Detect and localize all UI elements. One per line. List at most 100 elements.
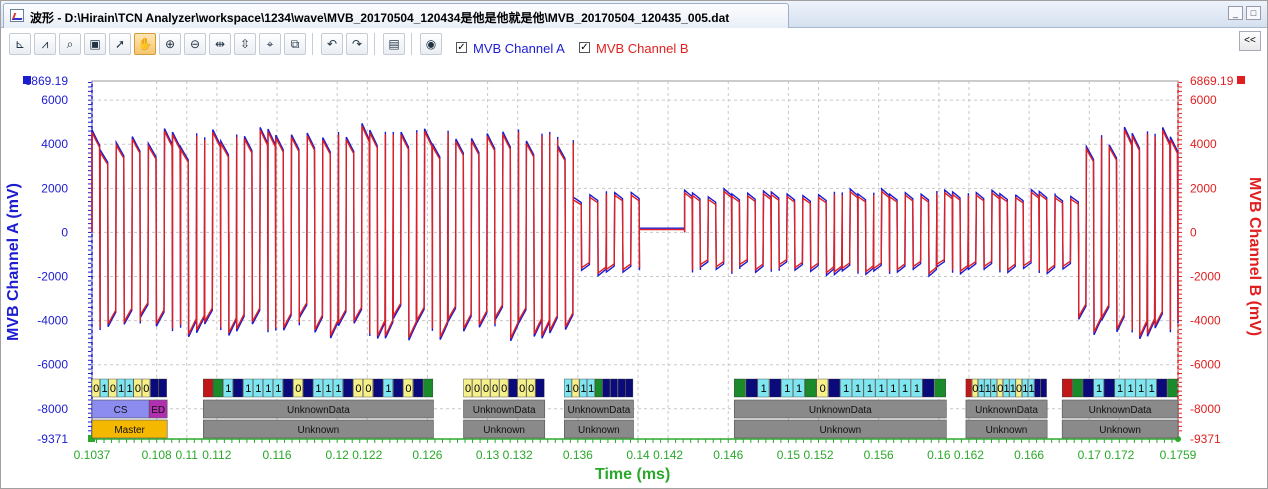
x-tick-label: 0.11 [176, 448, 199, 462]
data-field-label: UnknownData [809, 405, 872, 416]
bit-cell [508, 378, 518, 398]
y-tick-label-right: -6000 [1190, 358, 1221, 372]
x-tick-label: 0.162 [954, 448, 984, 462]
x-axis-title: Time (ms) [595, 466, 671, 483]
bit-cell [1167, 378, 1178, 398]
y-axis-title-right: MVB Channel B (mV) [1246, 177, 1263, 337]
bit-cell [965, 378, 972, 398]
y-tick-label-right: 0 [1190, 225, 1197, 239]
y-min-label-left: -9371 [37, 432, 68, 446]
frame-label: Unknown [578, 425, 620, 436]
data-field-label: UnknownData [1089, 405, 1152, 416]
bit-cell [769, 378, 782, 398]
data-field-label: UnknownData [287, 405, 350, 416]
bit-cell [1061, 378, 1073, 398]
bit-cell [283, 378, 293, 398]
y-tick-label-left: 4000 [41, 137, 68, 151]
x-tick-label: 0.14 [626, 448, 650, 462]
bit-value: 1 [843, 383, 849, 395]
bit-cell [617, 378, 626, 398]
y-tick-label-right: 4000 [1190, 137, 1217, 151]
bit-value: 1 [878, 383, 884, 395]
bit-cell [1156, 378, 1168, 398]
bit-value: 0 [501, 383, 507, 395]
bit-value: 0 [465, 383, 471, 395]
bit-value: 1 [761, 383, 767, 395]
x-tick-label: 0.122 [352, 448, 382, 462]
bit-cell [158, 378, 167, 398]
data-field-label: CS [114, 405, 128, 416]
frame-label: Unknown [1099, 425, 1141, 436]
bit-cell [1083, 378, 1094, 398]
bit-cell [625, 378, 634, 398]
bit-cell [150, 378, 159, 398]
bit-value: 0 [528, 383, 534, 395]
bit-cell [922, 378, 935, 398]
bit-value: 1 [914, 383, 920, 395]
x-tick-label: 0.15 [777, 448, 801, 462]
bit-cell [373, 378, 384, 398]
y-tick-label-right: 2000 [1190, 181, 1217, 195]
bit-value: 0 [483, 383, 489, 395]
bit-value: 1 [101, 383, 107, 395]
x-tick-label: 0.116 [262, 448, 291, 462]
bit-value: 0 [820, 383, 826, 395]
data-field-label: UnknownData [567, 405, 630, 416]
frame-label: Unknown [986, 425, 1028, 436]
bit-value: 0 [997, 383, 1003, 395]
x-tick-label: 0.112 [202, 448, 231, 462]
x-tick-label: 0.156 [864, 448, 894, 462]
bit-cell [934, 378, 946, 398]
x-tick-label: 0.17 [1078, 448, 1102, 462]
bit-cell [610, 378, 618, 398]
channel-b-marker [1237, 76, 1245, 84]
bit-cell [1104, 378, 1115, 398]
bit-cell [203, 378, 213, 398]
y-min-label-right: -9371 [1190, 432, 1221, 446]
bit-value: 1 [784, 383, 790, 395]
bit-value: 0 [1016, 383, 1022, 395]
bit-value: 1 [902, 383, 908, 395]
y-tick-label-right: -2000 [1190, 270, 1221, 284]
y-axis-title-left: MVB Channel A (mV) [5, 183, 22, 341]
y-tick-label-right: -4000 [1190, 314, 1221, 328]
bit-cell [804, 378, 817, 398]
bit-value: 1 [580, 383, 586, 395]
bit-value: 1 [1010, 383, 1016, 395]
bit-cell [1040, 378, 1047, 398]
bit-value: 1 [265, 383, 271, 395]
bit-value: 1 [335, 383, 341, 395]
bit-cell [734, 378, 746, 398]
x-tick-label: 0.13 [476, 448, 500, 462]
bit-value: 1 [890, 383, 896, 395]
bit-value: 0 [972, 383, 978, 395]
y-tick-label-right: -8000 [1190, 402, 1221, 416]
waveform-plot[interactable]: 6000 60004000 40002000 20000 0-2000 -2000-400… [1, 1, 1267, 488]
bit-value: 0 [295, 383, 301, 395]
bit-value: 1 [1096, 383, 1102, 395]
bit-value: 0 [405, 383, 411, 395]
bit-cell [393, 378, 404, 398]
bit-value: 0 [93, 383, 99, 395]
frame-label: Master [114, 425, 145, 436]
bit-cell [303, 378, 313, 398]
x-tick-label: 0.172 [1104, 448, 1134, 462]
bit-value: 0 [355, 383, 361, 395]
x-tick-label: 0.1037 [74, 448, 111, 462]
frame-label: Unknown [483, 425, 525, 436]
x-tick-label: 0.132 [503, 448, 533, 462]
bit-value: 0 [492, 383, 498, 395]
y-tick-label-left: -4000 [37, 314, 68, 328]
data-field-label: UnknownData [975, 405, 1038, 416]
y-tick-label-left: 2000 [41, 181, 68, 195]
bit-cell [745, 378, 758, 398]
bit-value: 1 [588, 383, 594, 395]
bit-value: 1 [245, 383, 251, 395]
y-tick-label-left: 6000 [41, 93, 68, 107]
bit-value: 1 [1028, 383, 1034, 395]
waveform-window: 波形 - D:\Hirain\TCN Analyzer\workspace\12… [0, 0, 1268, 489]
bit-value: 0 [143, 383, 149, 395]
bit-value: 1 [1138, 383, 1144, 395]
frame-label: Unknown [298, 425, 340, 436]
bit-value: 0 [573, 383, 579, 395]
